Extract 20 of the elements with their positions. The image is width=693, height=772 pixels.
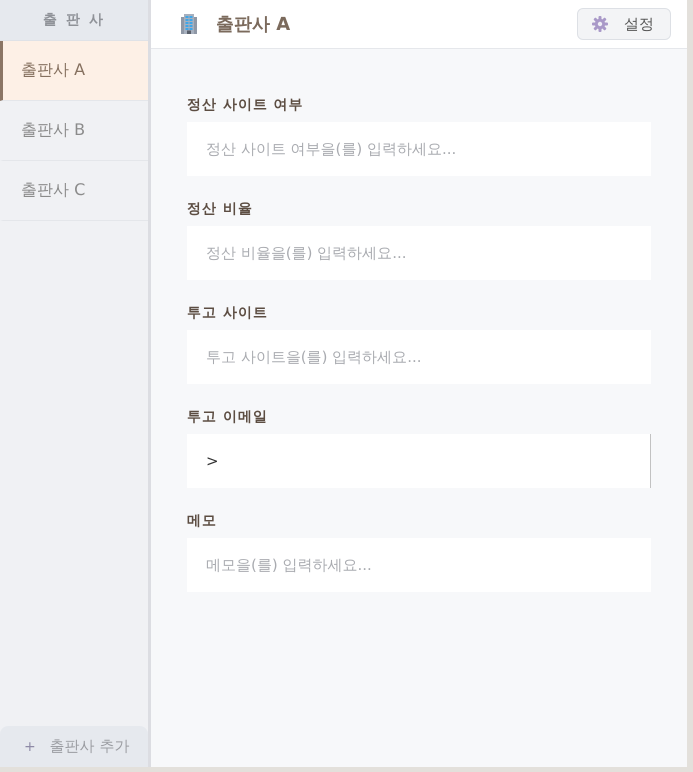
plus-icon: + — [24, 738, 36, 754]
input-field[interactable]: 정산 사이트 여부을(를) 입력하세요... — [187, 122, 651, 176]
page-title: 출판사 A — [216, 13, 290, 36]
field-label: 투고 사이트 — [187, 304, 268, 323]
input-field[interactable]: 메모을(를) 입력하세요... — [187, 538, 651, 592]
input-field[interactable]: 투고 사이트을(를) 입력하세요... — [187, 330, 651, 384]
field-label: 메모 — [187, 512, 217, 531]
settings-button[interactable]: 설정 — [577, 8, 671, 40]
field-label: 정산 사이트 여부 — [187, 96, 304, 115]
publisher-list-item[interactable]: 출판사 B — [0, 101, 148, 161]
sidebar-title: 출 판 사 — [0, 0, 148, 41]
input-field[interactable]: 정산 비율을(를) 입력하세요... — [187, 226, 651, 280]
publisher-list-item[interactable]: 출판사 A — [0, 41, 148, 101]
publisher-list-item[interactable]: 출판사 C — [0, 161, 148, 221]
field-label: 투고 이메일 — [187, 408, 268, 427]
field-label: 정산 비율 — [187, 200, 253, 219]
input-field[interactable]: > — [187, 434, 651, 488]
building-icon — [180, 14, 198, 34]
gear-icon — [592, 16, 608, 32]
add-publisher-button[interactable]: + 출판사 추가 — [0, 726, 148, 767]
